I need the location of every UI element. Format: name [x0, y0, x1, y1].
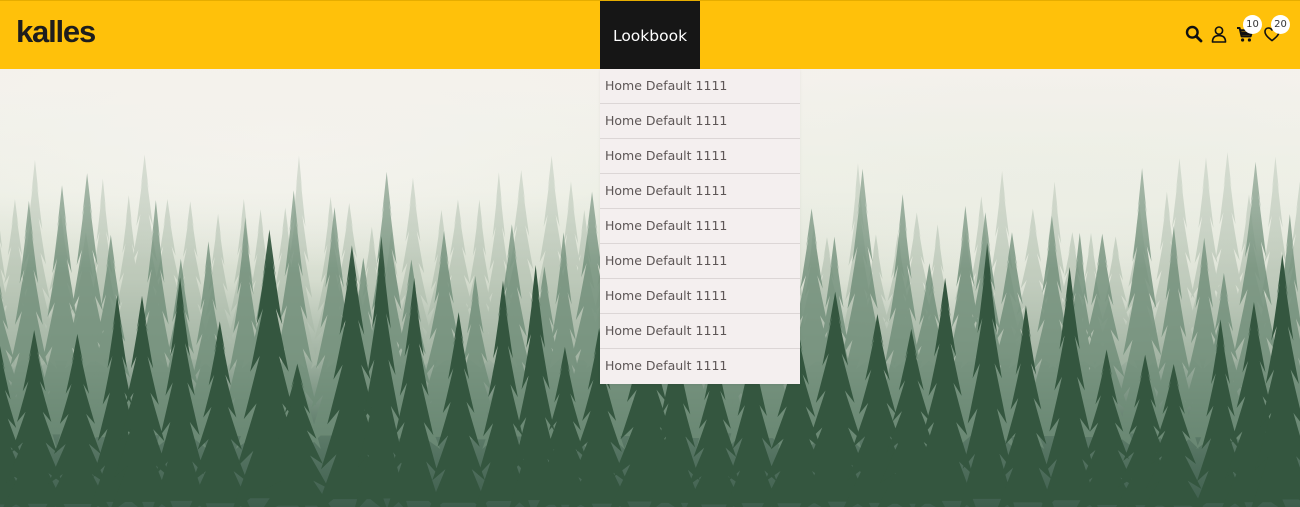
dropdown-item[interactable]: Home Default 1111	[600, 69, 800, 104]
wishlist-count-badge: 20	[1271, 15, 1290, 34]
dropdown-item[interactable]: Home Default 1111	[600, 209, 800, 244]
nav-item-lookbook[interactable]: Lookbook	[600, 1, 700, 70]
user-icon[interactable]	[1210, 25, 1230, 45]
cart-count-badge: 10	[1243, 15, 1262, 34]
dropdown-item[interactable]: Home Default 1111	[600, 349, 800, 384]
site-header: kalles Lookbook 10 20	[0, 0, 1300, 70]
dropdown-item[interactable]: Home Default 1111	[600, 314, 800, 349]
dropdown-item[interactable]: Home Default 1111	[600, 244, 800, 279]
brand-logo[interactable]: kalles	[16, 14, 96, 50]
search-icon[interactable]	[1185, 25, 1205, 45]
lookbook-dropdown-menu: Home Default 1111 Home Default 1111 Home D…	[600, 69, 800, 384]
dropdown-item[interactable]: Home Default 1111	[600, 104, 800, 139]
dropdown-item[interactable]: Home Default 1111	[600, 139, 800, 174]
dropdown-item[interactable]: Home Default 1111	[600, 279, 800, 314]
nav-item-label: Lookbook	[612, 26, 688, 45]
dropdown-item[interactable]: Home Default 1111	[600, 174, 800, 209]
